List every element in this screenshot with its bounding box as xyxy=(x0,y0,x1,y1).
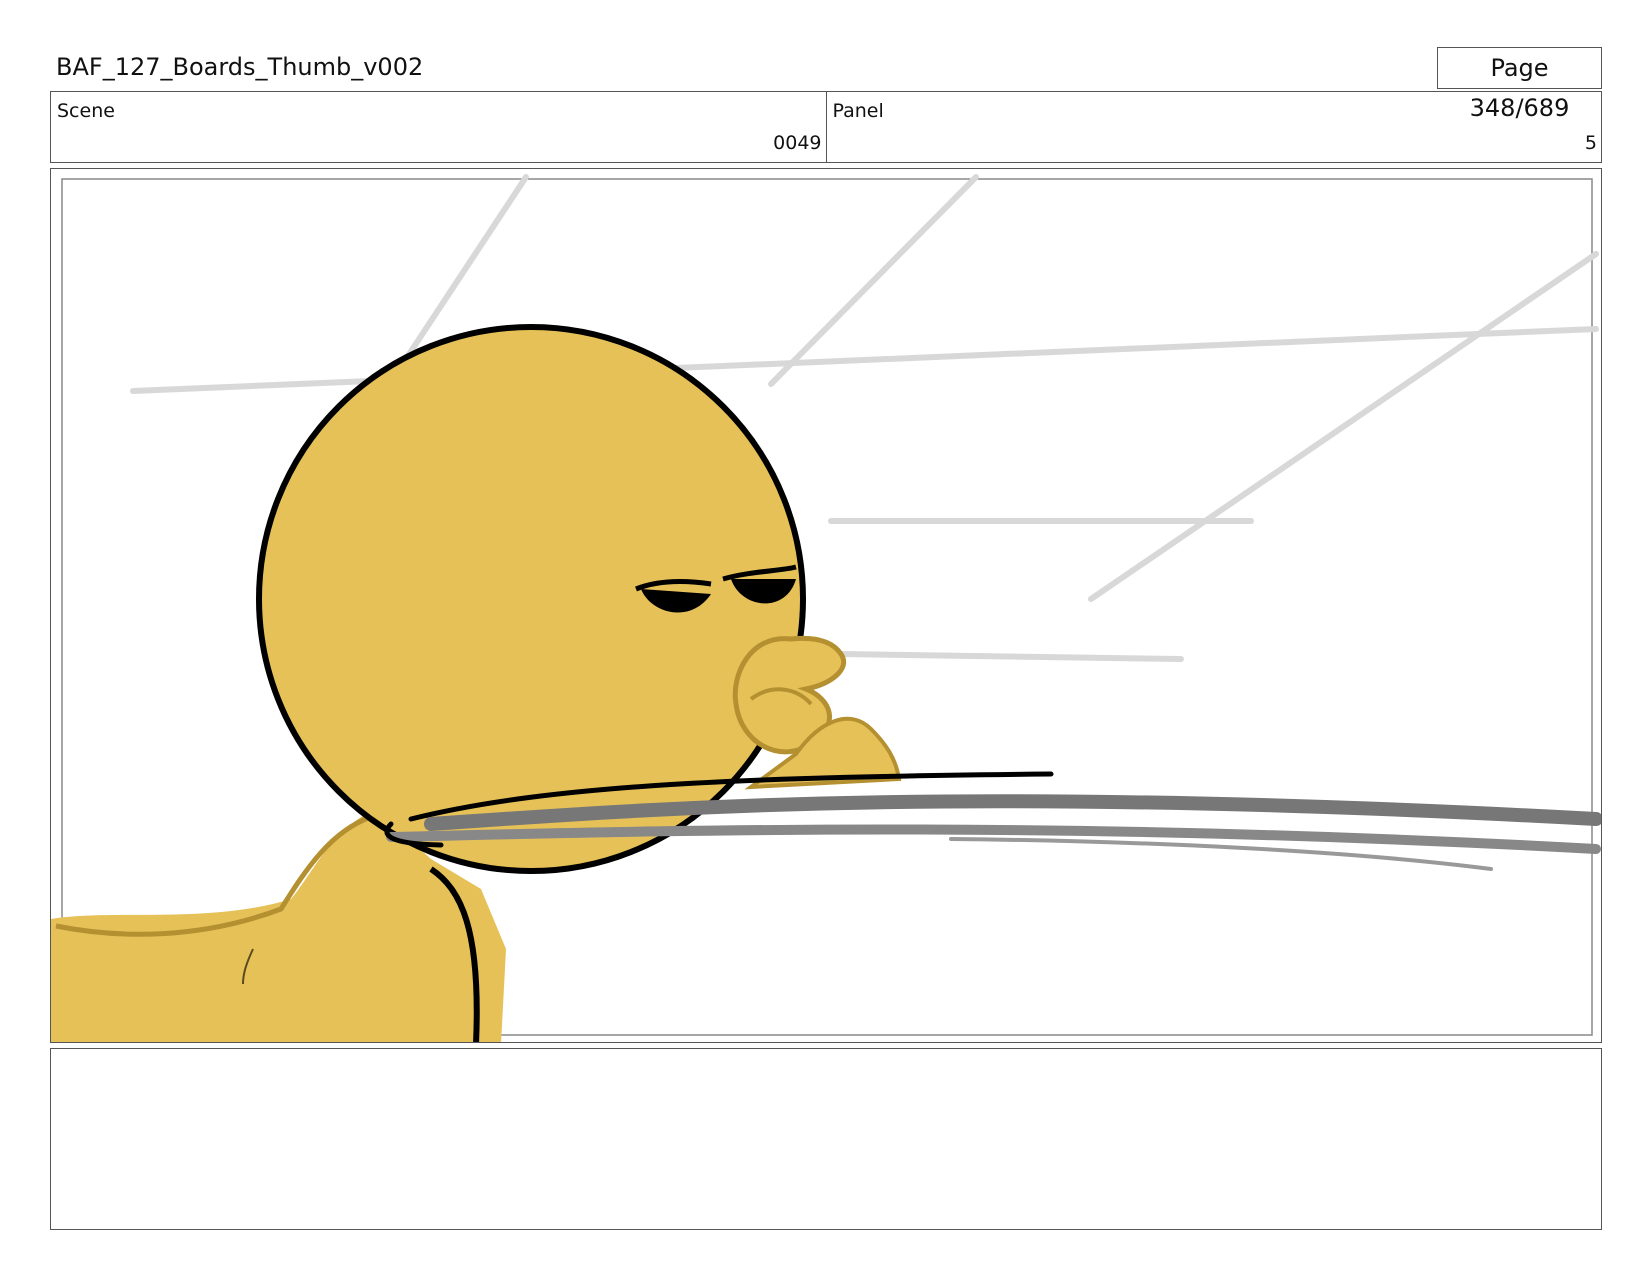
scene-value: 0049 xyxy=(773,132,822,154)
panel-illustration xyxy=(51,174,1601,1042)
speed-line xyxy=(1088,251,1599,602)
scene-cell: Scene 0049 xyxy=(51,92,826,162)
character-head xyxy=(256,324,806,874)
speed-line xyxy=(768,174,979,387)
panel-label: Panel xyxy=(832,100,884,122)
speed-line xyxy=(130,326,1599,394)
panel-cell: Panel 5 xyxy=(825,92,1602,162)
document-title: BAF_127_Boards_Thumb_v002 xyxy=(56,53,424,81)
page-indicator: Page 348/689 xyxy=(1437,47,1602,122)
storyboard-frame xyxy=(50,168,1602,1043)
notes-box xyxy=(50,1048,1602,1230)
info-row: Scene 0049 Panel 5 xyxy=(50,91,1602,163)
panel-value: 5 xyxy=(1584,132,1597,154)
scene-label: Scene xyxy=(57,100,115,122)
speed-line xyxy=(838,651,1184,662)
